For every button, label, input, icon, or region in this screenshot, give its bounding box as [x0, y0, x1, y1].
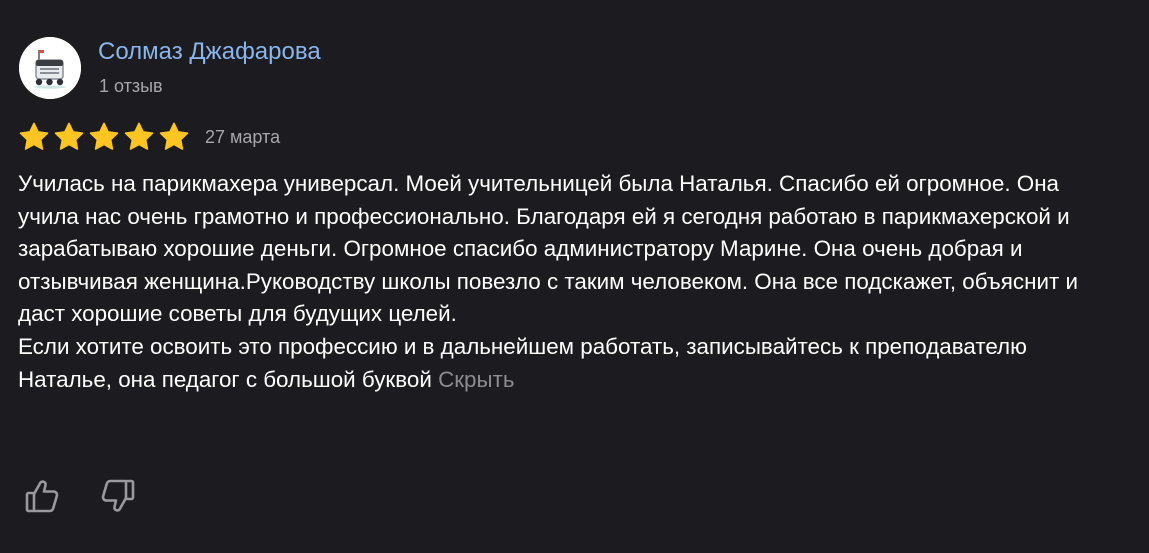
- review-body: Училась на парикмахера универсал. Моей у…: [18, 171, 1078, 392]
- hide-review-link[interactable]: Скрыть: [438, 367, 514, 392]
- star-rating: [18, 121, 190, 153]
- thumbs-up-icon: [25, 480, 59, 513]
- author-review-count: 1 отзыв: [99, 76, 163, 96]
- review-card: Солмаз Джафарова 1 отзыв 27 марта Училас…: [0, 0, 1149, 553]
- author-avatar[interactable]: [19, 37, 81, 99]
- star-icon: [19, 122, 49, 150]
- like-button[interactable]: [22, 476, 62, 516]
- star-icon: [89, 122, 119, 150]
- thumbs-down-icon: [101, 479, 135, 512]
- review-actions: [22, 476, 138, 516]
- author-name-link[interactable]: Солмаз Джафарова: [98, 38, 321, 66]
- robot-courier-icon: [19, 37, 81, 99]
- review-text: Училась на парикмахера универсал. Моей у…: [18, 168, 1118, 396]
- star-icon: [159, 122, 189, 150]
- rating-row: 27 марта: [18, 120, 280, 154]
- star-icon: [54, 122, 84, 150]
- review-date: 27 марта: [205, 126, 281, 147]
- star-icon: [124, 122, 154, 150]
- dislike-button[interactable]: [98, 476, 138, 516]
